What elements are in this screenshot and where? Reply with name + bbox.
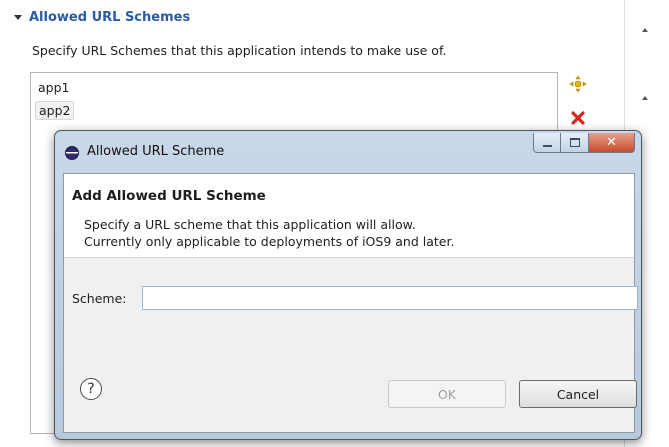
section-title: Allowed URL Schemes <box>29 10 191 25</box>
scheme-label: Scheme: <box>72 291 127 306</box>
remove-icon <box>571 111 585 125</box>
add-icon <box>569 75 587 93</box>
eclipse-app-icon <box>65 146 79 160</box>
dialog-body: Add Allowed URL Scheme Specify a URL sch… <box>63 173 638 433</box>
dialog-banner: Add Allowed URL Scheme Specify a URL sch… <box>64 174 634 258</box>
close-button[interactable]: ✕ <box>589 133 635 153</box>
collapse-arrow-icon[interactable] <box>14 15 22 20</box>
window-controls: ✕ <box>533 133 635 153</box>
cancel-button[interactable]: Cancel <box>519 380 637 408</box>
add-scheme-button[interactable] <box>568 74 588 94</box>
remove-scheme-button[interactable] <box>568 108 588 128</box>
minimize-button[interactable] <box>533 133 561 153</box>
dialog-window-title: Allowed URL Scheme <box>87 144 225 159</box>
help-icon: ? <box>87 381 95 397</box>
help-button[interactable]: ? <box>80 378 102 400</box>
expand-arrow-icon[interactable] <box>642 96 648 100</box>
section-header[interactable]: Allowed URL Schemes <box>14 10 190 25</box>
banner-message-line2: Currently only applicable to deployments… <box>84 234 455 249</box>
maximize-icon <box>569 138 580 147</box>
list-item-selected[interactable]: app2 <box>35 101 75 120</box>
close-icon: ✕ <box>606 135 617 150</box>
section-description: Specify URL Schemes that this applicatio… <box>32 43 447 58</box>
ok-button[interactable]: OK <box>388 380 506 408</box>
maximize-button[interactable] <box>561 133 589 153</box>
banner-message-line1: Specify a URL scheme that this applicati… <box>84 217 416 232</box>
allowed-url-scheme-dialog: Allowed URL Scheme ✕ Add Allowed URL Sch… <box>54 130 642 440</box>
list-item[interactable]: app1 <box>35 79 72 96</box>
scheme-input[interactable] <box>142 286 638 310</box>
banner-message: Specify a URL scheme that this applicati… <box>84 216 454 250</box>
expand-arrow-icon[interactable] <box>642 28 648 32</box>
dialog-titlebar[interactable]: Allowed URL Scheme ✕ <box>55 131 641 171</box>
banner-title: Add Allowed URL Scheme <box>72 188 266 204</box>
minimize-icon <box>542 144 552 147</box>
